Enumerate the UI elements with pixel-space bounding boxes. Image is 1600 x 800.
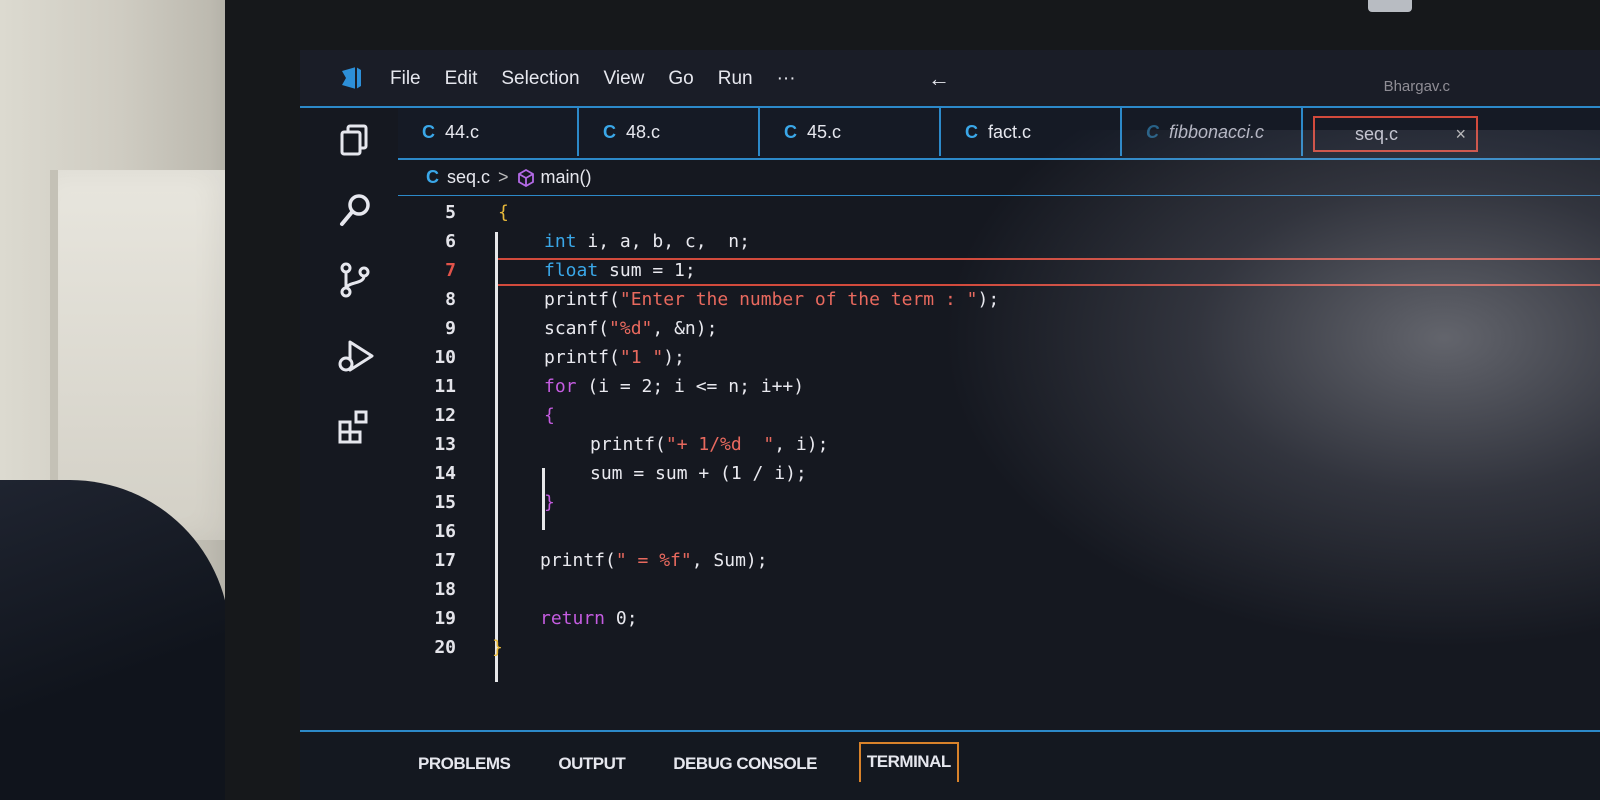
- code-line: 7 float sum = 1;: [398, 260, 1600, 288]
- tab-seqc[interactable]: seq.c ×: [1313, 116, 1478, 152]
- extensions-icon[interactable]: [336, 408, 376, 448]
- tab-fibbonaccic[interactable]: C fibbonacci.c: [1122, 108, 1303, 156]
- c-file-icon: C: [426, 167, 439, 187]
- code-line: 11 for (i = 2; i <= n; i++): [398, 376, 1600, 404]
- bottom-panel: PROBLEMS OUTPUT DEBUG CONSOLE TERMINAL: [300, 730, 1600, 800]
- line-number: 5: [445, 202, 456, 223]
- code-line: 16: [398, 521, 1600, 549]
- code-editor[interactable]: 5 { 6 int i, a, b, c, n; 7 float sum = 1…: [398, 198, 1600, 728]
- code-text: for (i = 2; i <= n; i++): [544, 376, 805, 397]
- code-text: return 0;: [540, 608, 638, 629]
- breadcrumb: C seq.c > main(): [398, 160, 1600, 196]
- code-text: printf("Enter the number of the term : "…: [544, 289, 1000, 310]
- code-line: 12 {: [398, 405, 1600, 433]
- tab-label: 45.c: [807, 121, 842, 142]
- tab-label: fact.c: [988, 121, 1032, 142]
- line-number: 7: [445, 260, 456, 281]
- code-line: 18: [398, 579, 1600, 607]
- window-title: Bhargav.c: [1383, 78, 1450, 95]
- title-bar: File Edit Selection View Go Run ··· ← Bh…: [300, 50, 1600, 108]
- code-line: 6 int i, a, b, c, n;: [398, 231, 1600, 259]
- code-line: 20 }: [398, 637, 1600, 665]
- activity-bar: [300, 108, 398, 800]
- code-text: scanf("%d", &n);: [544, 318, 718, 339]
- tab-label: seq.c: [1355, 123, 1399, 144]
- menu-file[interactable]: File: [390, 68, 421, 90]
- code-text: printf(" = %f", Sum);: [540, 550, 768, 571]
- code-text: printf("1 ");: [544, 347, 685, 368]
- line-number: 15: [434, 492, 456, 513]
- vscode-window: File Edit Selection View Go Run ··· ← Bh…: [300, 50, 1600, 800]
- code-text: }: [544, 492, 555, 513]
- line-number: 9: [445, 318, 456, 339]
- explorer-icon[interactable]: [336, 120, 376, 160]
- code-line: 19 return 0;: [398, 608, 1600, 636]
- code-text: printf("+ 1/%d ", i);: [590, 434, 829, 455]
- tab-label: 48.c: [626, 121, 661, 142]
- code-line: 13 printf("+ 1/%d ", i);: [398, 434, 1600, 462]
- code-text: }: [492, 637, 503, 658]
- code-text: {: [544, 405, 555, 426]
- tab-problems[interactable]: PROBLEMS: [412, 750, 516, 782]
- c-file-icon: C: [422, 121, 435, 142]
- code-line: 10 printf("1 ");: [398, 347, 1600, 375]
- method-cube-icon: [517, 168, 534, 187]
- line-number: 11: [434, 376, 456, 397]
- code-text: int i, a, b, c, n;: [544, 231, 750, 252]
- tab-terminal[interactable]: TERMINAL: [858, 742, 959, 782]
- line-number: 18: [434, 579, 456, 600]
- line-number: 16: [434, 521, 456, 542]
- code-text: sum = sum + (1 / i);: [590, 463, 807, 484]
- line-number: 13: [434, 434, 456, 455]
- line-number: 12: [434, 405, 456, 426]
- run-debug-icon[interactable]: [336, 336, 376, 376]
- search-icon[interactable]: [336, 190, 376, 230]
- line-number: 10: [434, 347, 456, 368]
- line-number: 6: [445, 231, 456, 252]
- vscode-logo-icon: [342, 67, 361, 89]
- code-line: 5 {: [398, 202, 1600, 230]
- code-text: float sum = 1;: [544, 260, 696, 281]
- code-line: 17 printf(" = %f", Sum);: [398, 550, 1600, 578]
- close-icon[interactable]: ×: [1455, 124, 1466, 145]
- line-number: 8: [445, 289, 456, 310]
- menu-go[interactable]: Go: [668, 68, 693, 90]
- c-file-icon: C: [603, 121, 616, 142]
- line-number: 17: [434, 550, 456, 571]
- breadcrumb-symbol[interactable]: main(): [541, 167, 592, 188]
- menu-more[interactable]: ···: [777, 68, 796, 90]
- menu-run[interactable]: Run: [718, 68, 753, 90]
- code-line: 9 scanf("%d", &n);: [398, 318, 1600, 346]
- menu-edit[interactable]: Edit: [445, 68, 478, 90]
- back-arrow-icon[interactable]: ←: [928, 66, 950, 92]
- editor-tabs: C 44.c C 48.c C 45.c C fact.c C fibbonac…: [398, 108, 1600, 160]
- code-text: {: [498, 202, 509, 223]
- line-number: 14: [434, 463, 456, 484]
- tab-label: fibbonacci.c: [1169, 121, 1265, 142]
- panel-tabs: PROBLEMS OUTPUT DEBUG CONSOLE TERMINAL: [412, 742, 959, 782]
- tab-factc[interactable]: C fact.c: [941, 108, 1122, 156]
- tab-output[interactable]: OUTPUT: [552, 750, 631, 782]
- menu-bar: File Edit Selection View Go Run ···: [390, 68, 796, 90]
- breadcrumb-file[interactable]: seq.c: [447, 167, 490, 188]
- code-line: 8 printf("Enter the number of the term :…: [398, 289, 1600, 317]
- tab-48c[interactable]: C 48.c: [579, 108, 760, 156]
- code-line: 15 }: [398, 492, 1600, 520]
- tab-45c[interactable]: C 45.c: [760, 108, 941, 156]
- c-file-icon: C: [784, 121, 797, 142]
- tab-44c[interactable]: C 44.c: [398, 108, 579, 156]
- c-file-icon: C: [1146, 121, 1159, 142]
- c-file-icon: C: [965, 121, 978, 142]
- menu-selection[interactable]: Selection: [501, 68, 579, 90]
- line-number: 20: [434, 637, 456, 658]
- laptop-camera: [1368, 0, 1412, 12]
- line-number: 19: [434, 608, 456, 629]
- code-line: 14 sum = sum + (1 / i);: [398, 463, 1600, 491]
- tab-label: 44.c: [445, 121, 480, 142]
- breadcrumb-separator: >: [498, 167, 509, 187]
- menu-view[interactable]: View: [604, 68, 645, 90]
- tab-debug-console[interactable]: DEBUG CONSOLE: [667, 750, 823, 782]
- source-control-icon[interactable]: [336, 260, 376, 300]
